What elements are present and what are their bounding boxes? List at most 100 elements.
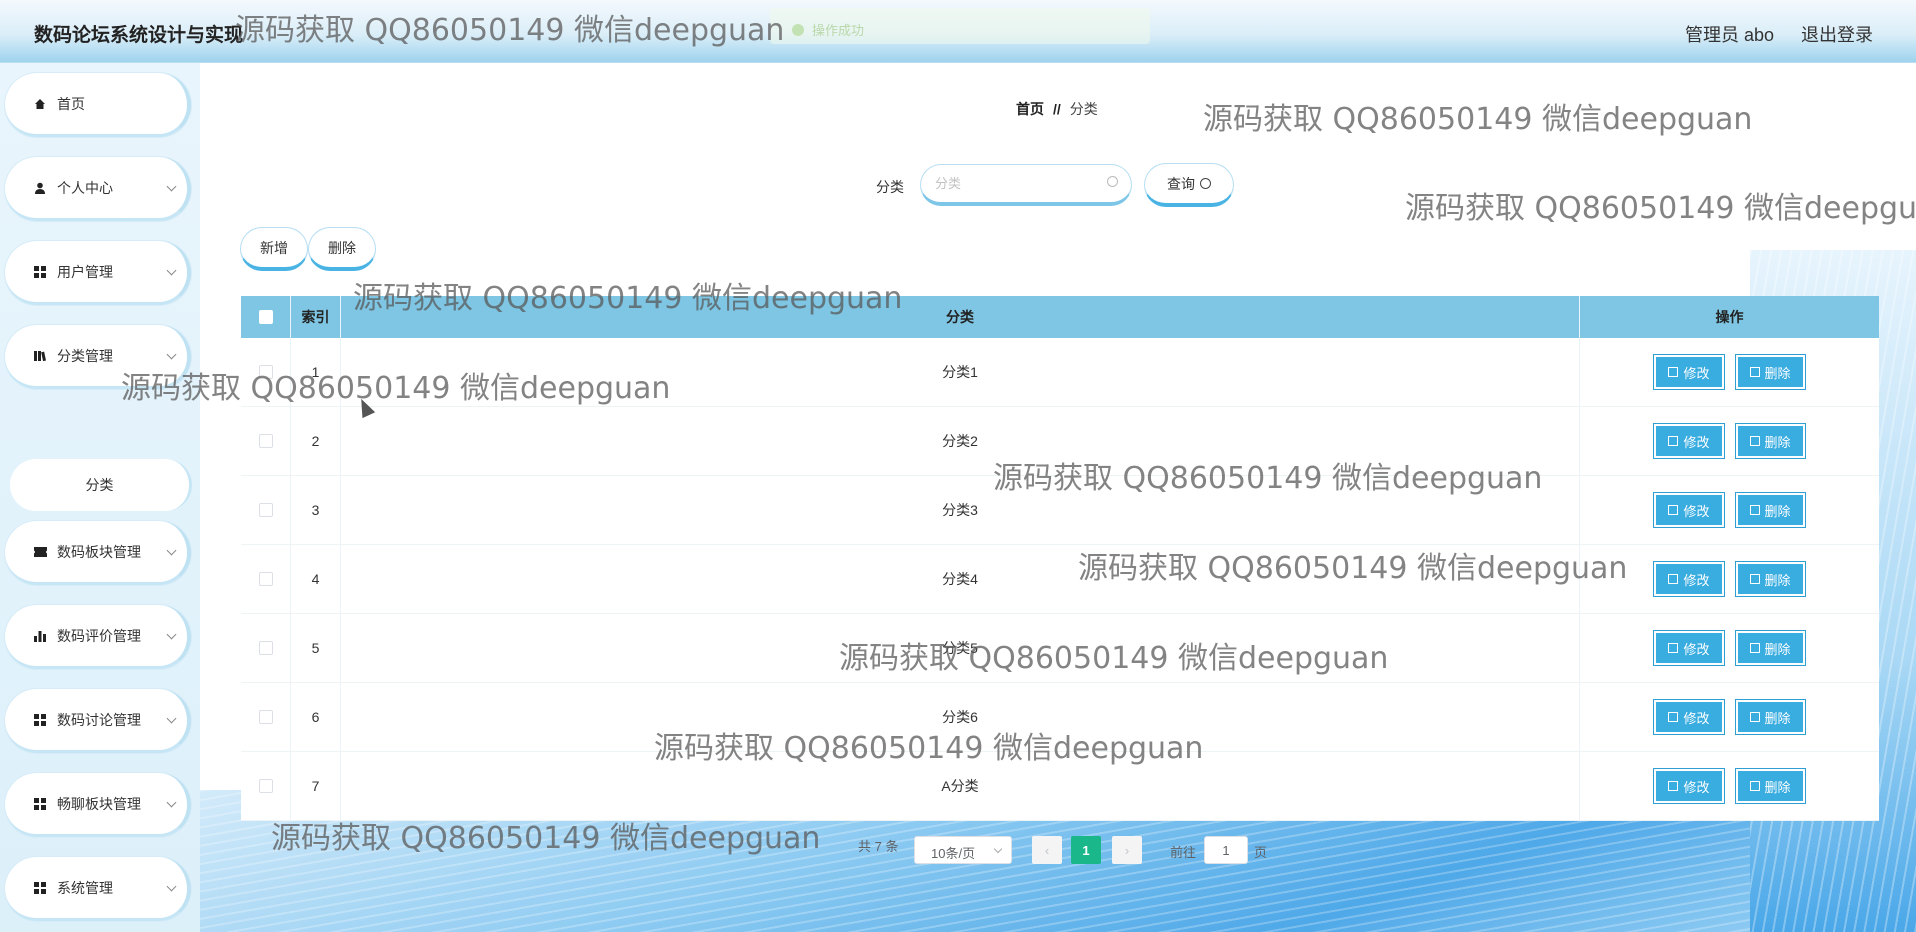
table-row: 7 A分类 修改 删除 bbox=[241, 752, 1879, 821]
delete-label: 删除 bbox=[1764, 779, 1791, 795]
logout-link[interactable]: 退出登录 bbox=[1801, 21, 1873, 47]
delete-button[interactable]: 删除 bbox=[1734, 492, 1806, 528]
edit-button[interactable]: 修改 bbox=[1653, 423, 1725, 459]
row-check-cell bbox=[241, 545, 291, 613]
edit-label: 修改 bbox=[1683, 779, 1710, 795]
edit-label: 修改 bbox=[1683, 503, 1710, 519]
row-checkbox[interactable] bbox=[258, 503, 273, 517]
chevron-down-icon bbox=[166, 881, 177, 892]
trash-icon bbox=[1749, 436, 1760, 446]
trash-icon bbox=[1749, 781, 1760, 791]
watermark: 源码获取 QQ86050149 微信deepguan bbox=[1203, 102, 1753, 137]
chevron-left-icon: ‹ bbox=[1044, 842, 1050, 858]
sidebar-item-digital-discussion-management[interactable]: 数码讨论管理 bbox=[5, 689, 191, 753]
table-row: 4 分类4 修改 删除 bbox=[241, 545, 1879, 614]
sidebar-item-personal-center[interactable]: 个人中心 bbox=[5, 157, 191, 221]
row-index: 3 bbox=[291, 476, 341, 544]
row-index: 7 bbox=[291, 752, 341, 820]
sidebar-item-label: 数码板块管理 bbox=[57, 543, 141, 560]
breadcrumb-current: 分类 bbox=[1069, 101, 1098, 117]
header-category: 分类 bbox=[341, 296, 1580, 338]
row-actions: 修改 删除 bbox=[1580, 338, 1879, 406]
delete-button[interactable]: 删除 bbox=[1734, 423, 1806, 459]
sidebar-item-label: 个人中心 bbox=[57, 179, 113, 196]
row-checkbox[interactable] bbox=[258, 434, 273, 448]
edit-button[interactable]: 修改 bbox=[1653, 492, 1725, 528]
row-actions: 修改 删除 bbox=[1580, 476, 1879, 544]
delete-button[interactable]: 删除 bbox=[1734, 699, 1806, 735]
delete-label: 删除 bbox=[1764, 641, 1791, 657]
edit-button[interactable]: 修改 bbox=[1653, 354, 1725, 390]
select-all-checkbox[interactable] bbox=[258, 310, 273, 324]
page-number-current[interactable]: 1 bbox=[1071, 836, 1101, 864]
chevron-down-icon bbox=[166, 545, 177, 556]
edit-icon bbox=[1668, 367, 1679, 377]
delete-button[interactable]: 删除 bbox=[1734, 561, 1806, 597]
edit-icon bbox=[1668, 712, 1679, 722]
next-page-button[interactable]: › bbox=[1112, 836, 1142, 864]
sidebar-item-label: 首页 bbox=[57, 95, 85, 112]
success-toast: 操作成功 bbox=[770, 8, 1150, 44]
row-category: 分类5 bbox=[341, 614, 1580, 682]
query-button[interactable]: 查询 bbox=[1144, 163, 1234, 207]
delete-button[interactable]: 删除 bbox=[1734, 630, 1806, 666]
sidebar-item-system-management[interactable]: 系统管理 bbox=[5, 857, 191, 921]
app-title: 数码论坛系统设计与实现 bbox=[34, 25, 244, 46]
row-index: 2 bbox=[291, 407, 341, 475]
page-size-select[interactable]: 10条/页 bbox=[914, 836, 1012, 864]
trash-icon bbox=[1749, 367, 1760, 377]
delete-label: 删除 bbox=[1764, 503, 1791, 519]
chevron-down-icon bbox=[166, 349, 177, 360]
goto-page-input[interactable] bbox=[1204, 836, 1248, 864]
breadcrumb-home[interactable]: 首页 bbox=[1016, 101, 1044, 117]
search-icon bbox=[1200, 178, 1211, 189]
row-checkbox[interactable] bbox=[258, 641, 273, 655]
row-checkbox[interactable] bbox=[258, 572, 273, 586]
sidebar-subitem-category[interactable]: 分类 bbox=[10, 459, 192, 511]
category-search-input[interactable] bbox=[920, 164, 1132, 206]
delete-button[interactable]: 删除 bbox=[1734, 768, 1806, 804]
row-index: 5 bbox=[291, 614, 341, 682]
edit-button[interactable]: 修改 bbox=[1653, 561, 1725, 597]
search-label: 分类 bbox=[876, 179, 904, 195]
delete-button[interactable]: 删除 bbox=[1734, 354, 1806, 390]
add-button[interactable]: 新增 bbox=[240, 227, 308, 271]
row-actions: 修改 删除 bbox=[1580, 683, 1879, 751]
sidebar-item-label: 数码评价管理 bbox=[57, 627, 141, 644]
grid-icon bbox=[33, 713, 47, 727]
table-row: 1 分类1 修改 删除 bbox=[241, 338, 1879, 407]
edit-button[interactable]: 修改 bbox=[1653, 699, 1725, 735]
row-actions: 修改 删除 bbox=[1580, 752, 1879, 820]
sidebar-item-category-management[interactable]: 分类管理 bbox=[5, 325, 191, 389]
row-category: 分类6 bbox=[341, 683, 1580, 751]
row-checkbox[interactable] bbox=[258, 710, 273, 724]
row-checkbox[interactable] bbox=[258, 365, 273, 379]
sidebar-item-home[interactable]: 首页 bbox=[5, 73, 191, 137]
prev-page-button[interactable]: ‹ bbox=[1032, 836, 1062, 864]
row-checkbox[interactable] bbox=[258, 779, 273, 793]
sidebar-item-digital-section-management[interactable]: 数码板块管理 bbox=[5, 521, 191, 585]
row-check-cell bbox=[241, 407, 291, 475]
edit-icon bbox=[1668, 781, 1679, 791]
row-category: 分类4 bbox=[341, 545, 1580, 613]
sidebar-item-chat-section-management[interactable]: 畅聊板块管理 bbox=[5, 773, 191, 837]
edit-label: 修改 bbox=[1683, 641, 1710, 657]
edit-button[interactable]: 修改 bbox=[1653, 630, 1725, 666]
row-category: 分类1 bbox=[341, 338, 1580, 406]
edit-icon bbox=[1668, 643, 1679, 653]
edit-label: 修改 bbox=[1683, 572, 1710, 588]
edit-label: 修改 bbox=[1683, 434, 1710, 450]
delete-label: 删除 bbox=[1764, 365, 1791, 381]
delete-label: 删除 bbox=[1764, 572, 1791, 588]
batch-delete-button[interactable]: 删除 bbox=[308, 227, 376, 271]
edit-button[interactable]: 修改 bbox=[1653, 768, 1725, 804]
trash-icon bbox=[1749, 643, 1760, 653]
sidebar-item-user-management[interactable]: 用户管理 bbox=[5, 241, 191, 305]
row-index: 1 bbox=[291, 338, 341, 406]
sidebar-item-digital-review-management[interactable]: 数码评价管理 bbox=[5, 605, 191, 669]
grid-icon bbox=[33, 265, 47, 279]
row-check-cell bbox=[241, 614, 291, 682]
edit-icon bbox=[1668, 574, 1679, 584]
goto-suffix: 页 bbox=[1254, 845, 1268, 860]
sidebar-item-label: 分类管理 bbox=[57, 347, 113, 364]
